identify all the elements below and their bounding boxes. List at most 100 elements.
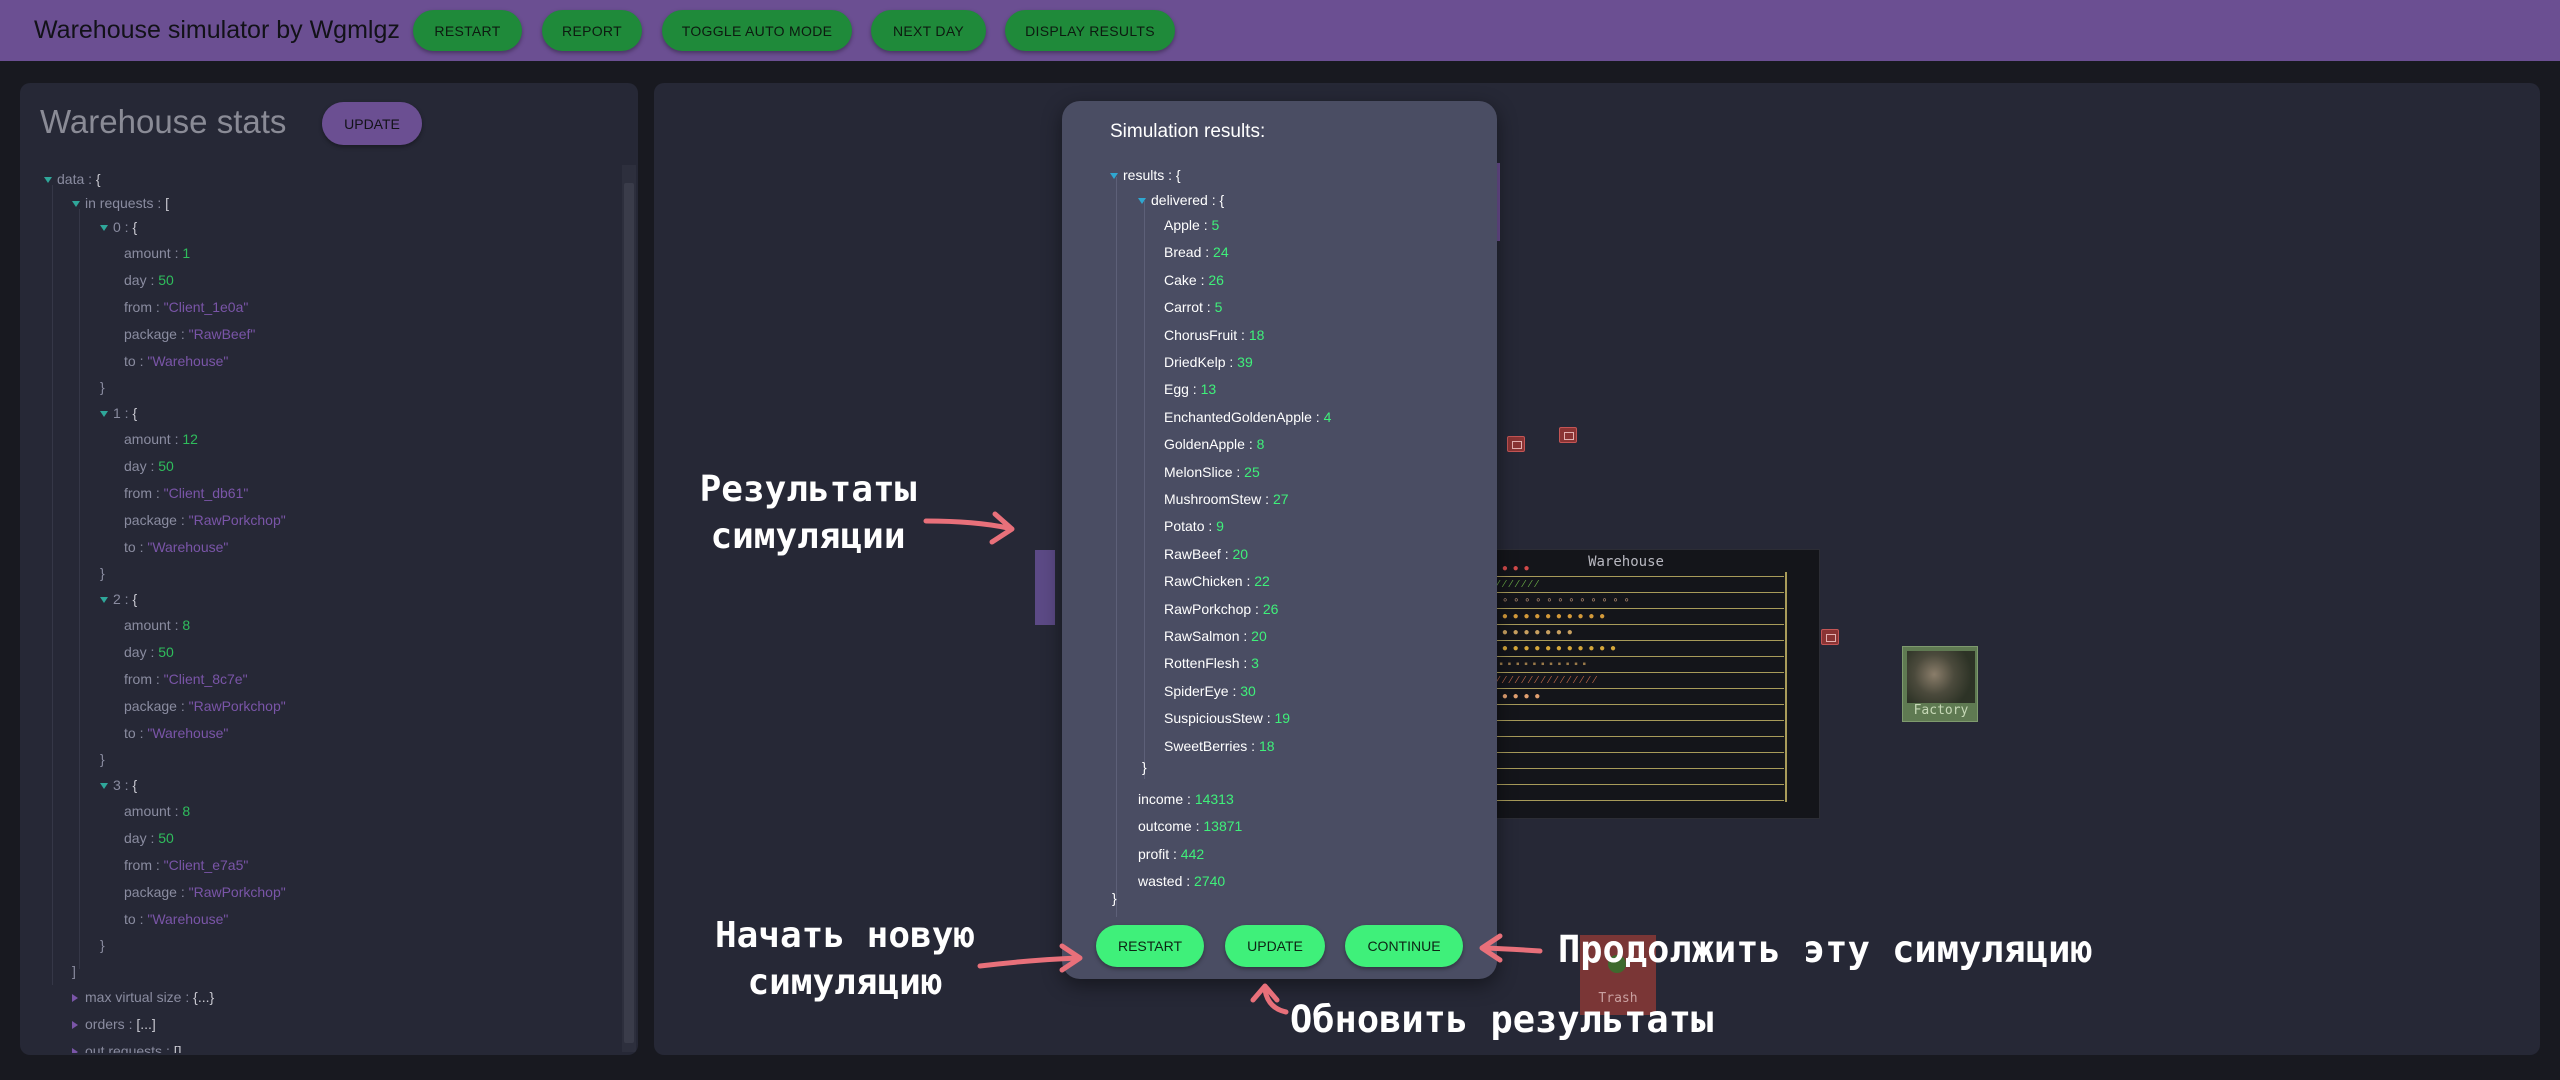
caret-down-icon (100, 597, 108, 604)
tree-node-in-requests[interactable]: in requests : [ (72, 193, 169, 213)
caret-down-icon (44, 177, 52, 184)
delivered-item: Apple : 5 (1164, 217, 1220, 233)
warehouse-shelf (1491, 736, 1784, 737)
caret-right-icon (72, 1048, 78, 1053)
tree-node-max-virtual-size[interactable]: max virtual size : {...} (72, 987, 214, 1007)
summary-item-income: income : 14313 (1138, 791, 1234, 807)
tree-field: package : "RawPorkchop" (124, 512, 286, 528)
client-node[interactable] (1035, 550, 1055, 625)
item-sprites: ▪ ▪ ▪ ▪ ▪ ▪ ▪ ▪ ▪ ▪ ▪ ▪ (1491, 659, 1588, 670)
modal-continue-button[interactable]: CONTINUE (1345, 925, 1463, 967)
restart-button[interactable]: RESTART (413, 10, 522, 51)
app-title: Warehouse simulator by Wgmlgz (34, 16, 400, 44)
results-close-brace: } (1112, 890, 1117, 906)
tree-node-request[interactable]: 3 : { (100, 775, 137, 795)
annotation-new-simulation: Начать новую симуляцию (714, 915, 976, 1003)
delivered-item: RawBeef : 20 (1164, 545, 1249, 562)
caret-right-icon (72, 994, 78, 1003)
delivered-node[interactable]: delivered : { (1138, 189, 1224, 211)
tree-node-request[interactable]: 0 : { (100, 217, 137, 237)
tree-field: to : "Warehouse" (124, 911, 229, 927)
tree-field: day : 50 (124, 272, 174, 288)
tree-field: to : "Warehouse" (124, 353, 229, 369)
delivered-item: MushroomStew : 27 (1164, 491, 1289, 507)
warehouse-shelf (1491, 800, 1784, 801)
caret-right-icon (72, 1021, 78, 1030)
modal-update-button[interactable]: UPDATE (1225, 925, 1325, 967)
tree-brace: } (100, 937, 105, 953)
annotation-continue: Продолжить эту симуляцию (1558, 928, 2093, 971)
item-sprites: ⁄ ⁄ ⁄ ⁄ ⁄ ⁄ ⁄ ⁄ (1491, 579, 1539, 590)
tree-node-out-requests[interactable]: out requests : [] (72, 1041, 182, 1053)
warehouse-shelf (1491, 592, 1784, 593)
panel-title: Warehouse stats (40, 103, 287, 140)
tree-field: to : "Warehouse" (124, 725, 229, 741)
item-sprites: ● ● ● ● ● ● ● ● ● ● ● ● (1491, 643, 1618, 654)
item-sprites: ⁄ ⁄ ⁄ ⁄ ⁄ ⁄ ⁄ ⁄ ⁄ ⁄ ⁄ ⁄ ⁄ ⁄ ⁄ ⁄ ⁄ (1491, 675, 1597, 686)
tree-field: day : 50 (124, 644, 174, 660)
modal-restart-button[interactable]: RESTART (1096, 925, 1204, 967)
tree-field: from : "Client_8c7e" (124, 671, 248, 687)
results-modal: Simulation results: results : { delivere… (1062, 101, 1497, 979)
warehouse-stats-panel: Warehouse stats UPDATE data : { in reque… (20, 83, 638, 1055)
warehouse-shelf (1491, 688, 1784, 689)
modal-title: Simulation results: (1110, 121, 1266, 142)
warehouse-shelf (1491, 720, 1784, 721)
tree-field: from : "Client_db61" (124, 485, 249, 501)
warehouse-shelf (1491, 624, 1784, 625)
annotation-update: Обновить результаты (1290, 998, 1714, 1041)
tree-field: amount : 8 (124, 803, 191, 819)
warehouse-shelf (1491, 640, 1784, 641)
tree-field: amount : 1 (124, 245, 191, 261)
display-results-button[interactable]: DISPLAY RESULTS (1005, 10, 1175, 51)
tree-guide (1144, 201, 1145, 779)
caret-down-icon (100, 225, 108, 232)
tree-field: from : "Client_1e0a" (124, 299, 249, 315)
tree-field: package : "RawPorkchop" (124, 698, 286, 714)
tree-bracket: ] (72, 963, 76, 979)
tree-node-orders[interactable]: orders : [...] (72, 1014, 156, 1034)
annotation-results: Результаты симуляции (699, 469, 917, 557)
caret-down-icon (1138, 198, 1146, 205)
report-button[interactable]: REPORT (542, 10, 642, 51)
delivered-item: Potato : 9 (1164, 518, 1224, 535)
delivered-item: Carrot : 5 (1164, 299, 1223, 316)
warehouse-shelf (1491, 784, 1784, 785)
caret-down-icon (72, 201, 80, 208)
next-day-button[interactable]: NEXT DAY (871, 10, 986, 51)
delivered-close-brace: } (1142, 759, 1147, 775)
caret-down-icon (1110, 173, 1118, 180)
top-bar: Warehouse simulator by Wgmlgz RESTART RE… (0, 0, 2560, 61)
item-sprites: ● ● ● ● ● (1491, 691, 1542, 702)
json-tree: data : { in requests : [ 0 : { amount : … (20, 163, 620, 1053)
tree-brace: } (100, 751, 105, 767)
toggle-auto-mode-button[interactable]: TOGGLE AUTO MODE (662, 10, 852, 51)
delivered-item: DriedKelp : 39 (1164, 354, 1253, 370)
delivered-item: MelonSlice : 25 (1164, 463, 1260, 480)
tree-node-request[interactable]: 1 : { (100, 403, 137, 423)
warehouse-shelf (1491, 768, 1784, 769)
tree-guide (79, 209, 80, 969)
package-icon (1559, 427, 1577, 443)
stats-update-button[interactable]: UPDATE (322, 102, 422, 145)
factory-label: Factory (1913, 703, 1969, 718)
warehouse-shelf (1491, 704, 1784, 705)
factory-image (1907, 651, 1975, 703)
scrollbar-thumb[interactable] (624, 183, 634, 1043)
tree-field: day : 50 (124, 458, 174, 474)
delivered-item: SpiderEye : 30 (1164, 682, 1256, 699)
delivered-item: RawSalmon : 20 (1164, 628, 1267, 644)
delivered-item: ChorusFruit : 18 (1164, 326, 1265, 343)
warehouse-node[interactable]: Warehouse ● ● ● ● ⁄ ⁄ ⁄ ⁄ ⁄ ⁄ ⁄ ⁄ ∘ ∘ ∘ … (1480, 549, 1820, 819)
warehouse-shelf (1491, 752, 1784, 753)
tree-field: package : "RawPorkchop" (124, 884, 286, 900)
factory-node[interactable]: Factory (1902, 646, 1978, 722)
tree-field: amount : 12 (124, 431, 198, 447)
results-node[interactable]: results : { (1110, 164, 1181, 186)
simulation-canvas: Warehouse ● ● ● ● ⁄ ⁄ ⁄ ⁄ ⁄ ⁄ ⁄ ⁄ ∘ ∘ ∘ … (654, 83, 2540, 1055)
tree-node-data[interactable]: data : { (44, 169, 101, 189)
warehouse-shelf-edge (1785, 572, 1787, 802)
warehouse-shelf (1491, 576, 1784, 577)
tree-node-request[interactable]: 2 : { (100, 589, 137, 609)
delivered-item: Cake : 26 (1164, 271, 1224, 288)
